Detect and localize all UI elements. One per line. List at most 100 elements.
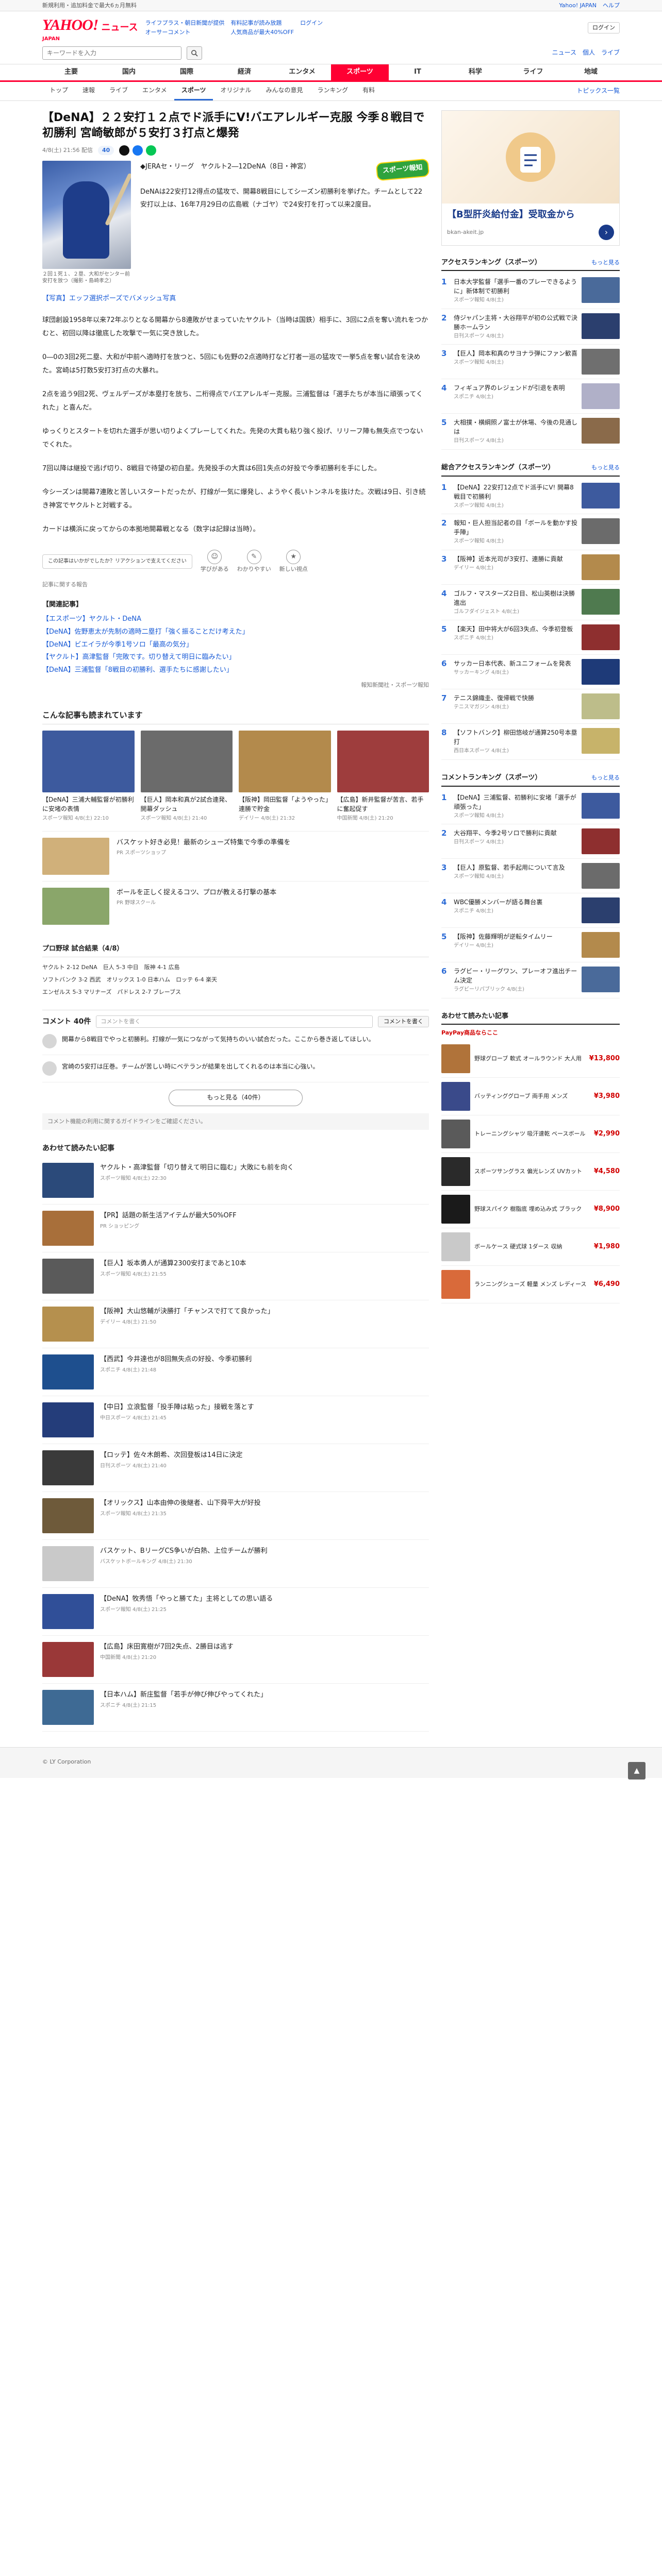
sub-tab[interactable]: 速報: [75, 82, 102, 100]
ranking-item[interactable]: 1 【DeNA】22安打12点でド派手にV! 開幕8戦目で初勝利 スポーツ報知 4/…: [441, 479, 620, 515]
ranking-item[interactable]: 6 ラグビー・リーグワン、プレーオフ進出チーム決定 ラグビーリパブリック 4/8(土…: [441, 962, 620, 998]
reaction-button[interactable]: ★ 新しい視点: [279, 550, 308, 573]
facebook-share-icon[interactable]: [133, 145, 143, 156]
feed-item[interactable]: 【阪神】大山悠輔が決勝打「チャンスで打てて良かった」 デイリー 4/8(土) 21…: [42, 1300, 429, 1348]
ranking-item[interactable]: 6 サッカー日本代表、新ユニフォームを発表 サッカーキング 4/8(土): [441, 655, 620, 690]
more-comments-button[interactable]: もっと見る（40件）: [169, 1090, 303, 1106]
ranking-item[interactable]: 2 大谷翔平、今季2号ソロで勝利に貢献 日刊スポーツ 4/8(土): [441, 824, 620, 859]
score-line[interactable]: ヤクルト 2-12 DeNA 巨人 5-3 中日 阪神 4-1 広島: [42, 961, 429, 974]
comment-post-button[interactable]: コメントを書く: [378, 1016, 429, 1028]
shopping-item[interactable]: ランニングシューズ 軽量 メンズ レディース ¥6,490: [441, 1266, 620, 1304]
feed-item[interactable]: 【PR】話題の新生活アイテムが最大50%OFF PR ショッピング: [42, 1205, 429, 1252]
feed-item[interactable]: 【広島】床田寛樹が7回2失点、2勝目は逃す 中国新聞 4/8(土) 21:20: [42, 1636, 429, 1684]
related-link[interactable]: 【ヤクルト】高津監督「完敗です。切り替えて明日に臨みたい」: [42, 651, 429, 664]
nav-tab[interactable]: IT: [389, 64, 446, 80]
feed-item[interactable]: 【ロッテ】佐々木朗希、次回登板は14日に決定 日刊スポーツ 4/8(土) 21:4…: [42, 1444, 429, 1492]
ranking-item[interactable]: 8 【ソフトバンク】柳田悠岐が通算250号本塁打 西日本スポーツ 4/8(土): [441, 724, 620, 760]
ranking-item[interactable]: 1 【DeNA】三浦監督、初勝利に安堵「選手が頑張った」 スポーツ報知 4/8(土): [441, 789, 620, 825]
report-link[interactable]: 記事に関する報告: [42, 581, 429, 589]
feed-item[interactable]: 【DeNA】牧秀悟「やっと勝てた」主将としての思い語る スポーツ報知 4/8(土)…: [42, 1588, 429, 1636]
ranking-item[interactable]: 3 【巨人】岡本和真のサヨナラ弾にファン歓喜 スポーツ報知 4/8(土): [441, 345, 620, 380]
sub-tab[interactable]: スポーツ: [174, 82, 213, 101]
ranking-item[interactable]: 4 フィギュア界のレジェンドが引退を表明 スポニチ 4/8(土): [441, 379, 620, 414]
related-link[interactable]: 【DeNA】佐野恵太が先制の適時二塁打「強く振ることだけ考えた」: [42, 626, 429, 639]
x-share-icon[interactable]: [119, 145, 130, 156]
masthead-link-4[interactable]: オーサーコメント: [145, 28, 225, 37]
shopping-item[interactable]: トレーニングシャツ 吸汗速乾 ベースボール ¥2,990: [441, 1115, 620, 1154]
ranking-item[interactable]: 5 大相撲・横綱照ノ富士が休場、今後の見通しは 日刊スポーツ 4/8(土): [441, 414, 620, 450]
total-ranking-more[interactable]: もっと見る: [591, 464, 620, 472]
sub-tab[interactable]: 有料: [355, 82, 382, 100]
recommend-row[interactable]: バスケット好き必見！最新のシューズ特集で今季の準備を PR スポーツショップ: [42, 831, 429, 881]
login-button[interactable]: ログイン: [588, 22, 620, 33]
recommend-card[interactable]: 【DeNA】三浦大輔監督が初勝利に安堵の表情 スポーツ報知 4/8(土) 22:1…: [42, 731, 135, 822]
nav-tab[interactable]: 地域: [562, 64, 620, 80]
nav-tab[interactable]: スポーツ: [331, 64, 389, 80]
shopping-item[interactable]: ボールケース 硬式球 1ダース 収納 ¥1,980: [441, 1228, 620, 1266]
sub-tab[interactable]: トップ: [42, 82, 75, 100]
feed-item[interactable]: 【西武】今井達也が8回無失点の好投、今季初勝利 スポニチ 4/8(土) 21:48: [42, 1348, 429, 1396]
reaction-button[interactable]: ☺ 学びがある: [201, 550, 229, 573]
comment-count-pill[interactable]: 40: [97, 145, 114, 155]
masthead-link-5[interactable]: 人気商品が最大40%OFF: [230, 28, 294, 37]
recommend-card[interactable]: 【広島】新井監督が苦言、若手に奮起促す 中国新聞 4/8(土) 21:20: [337, 731, 429, 822]
nav-tab[interactable]: 国際: [158, 64, 216, 80]
ranking-item[interactable]: 1 日本大学監督「選手一番のプレーできるように」新体制で初勝利 スポーツ報知 4/8…: [441, 273, 620, 309]
help-link[interactable]: ヘルプ: [603, 2, 620, 10]
shopping-item[interactable]: スポーツサングラス 偏光レンズ UVカット ¥4,580: [441, 1153, 620, 1191]
nav-tab[interactable]: 経済: [216, 64, 273, 80]
related-link[interactable]: 【DeNA】ビエイラが今季1号ソロ「最高の気分」: [42, 639, 429, 652]
nav-tab[interactable]: ライフ: [504, 64, 562, 80]
nav-tab[interactable]: 科学: [446, 64, 504, 80]
ranking-item[interactable]: 3 【阪神】近本光司が3安打、連勝に貢献 デイリー 4/8(土): [441, 550, 620, 585]
sidebar-ad[interactable]: 【B型肝炎給付金】受取金から bkan-akeit.jp ›: [441, 110, 620, 246]
chevron-right-icon[interactable]: ›: [599, 224, 614, 240]
nav-tab[interactable]: 主要: [42, 64, 100, 80]
ranking-item[interactable]: 2 侍ジャパン主将・大谷翔平が初の公式戦で決勝ホームラン 日刊スポーツ 4/8(土): [441, 309, 620, 345]
sub-tab[interactable]: ランキング: [310, 82, 355, 100]
feed-item[interactable]: ヤクルト・高津監督「切り替えて明日に臨む」大敗にも前を向く スポーツ報知 4/8(…: [42, 1157, 429, 1205]
source-name[interactable]: 報知新聞社: [361, 682, 389, 688]
nav-tab[interactable]: 国内: [100, 64, 158, 80]
masthead-link-2[interactable]: 有料記事が読み放題: [230, 19, 294, 27]
reaction-button[interactable]: ✎ わかりやすい: [237, 550, 271, 573]
lead-photo[interactable]: [42, 160, 131, 269]
shopping-item[interactable]: 野球スパイク 樹脂底 埋め込み式 ブラック ¥8,900: [441, 1191, 620, 1229]
recommend-card[interactable]: 【巨人】岡本和真が2試合連発、開幕ダッシュ スポーツ報知 4/8(土) 21:40: [140, 731, 233, 822]
feed-item[interactable]: 【巨人】坂本勇人が通算2300安打まであと10本 スポーツ報知 4/8(土) 21…: [42, 1252, 429, 1300]
search-tab-live[interactable]: ライブ: [601, 48, 620, 57]
score-line[interactable]: ソフトバンク 3-2 西武 オリックス 1-0 日本ハム ロッテ 6-4 楽天: [42, 974, 429, 986]
comment-ranking-more[interactable]: もっと見る: [591, 774, 620, 782]
nav-tab[interactable]: エンタメ: [273, 64, 331, 80]
recommend-row[interactable]: ボールを正しく捉えるコツ、プロが教える打撃の基本 PR 野球スクール: [42, 880, 429, 931]
feed-item[interactable]: 【日本ハム】新庄監督「若手が伸び伸びやってくれた」 スポニチ 4/8(土) 21:…: [42, 1684, 429, 1732]
page-top-button[interactable]: ▲: [628, 1762, 646, 1780]
access-ranking-more[interactable]: もっと見る: [591, 259, 620, 267]
yahoo-news-logo[interactable]: YAHOO! JAPAN ニュース: [42, 14, 138, 42]
comment-input[interactable]: コメントを書く: [96, 1015, 373, 1028]
photo-gallery-link[interactable]: 【写真】エッフ選択ポーズでバメッシュ写真: [42, 294, 429, 304]
sub-tab[interactable]: ライブ: [102, 82, 135, 100]
search-input[interactable]: [42, 46, 181, 60]
feed-item[interactable]: 【中日】立浪監督「投手陣は粘った」接戦を落とす 中日スポーツ 4/8(土) 21:…: [42, 1396, 429, 1444]
shopping-item[interactable]: 野球グローブ 軟式 オールラウンド 大人用 ¥13,800: [441, 1040, 620, 1078]
ranking-item[interactable]: 4 ゴルフ・マスターズ2日目、松山英樹は決勝進出 ゴルフダイジェスト 4/8(土): [441, 585, 620, 621]
sub-tab[interactable]: みんなの意見: [258, 82, 310, 100]
feed-item[interactable]: バスケット、BリーグCS争いが白熱、上位チームが勝利 バスケットボールキング 4/…: [42, 1540, 429, 1588]
score-line[interactable]: エンゼルス 5-3 マリナーズ パドレス 2-7 ブレーブス: [42, 986, 429, 998]
line-share-icon[interactable]: [146, 145, 157, 156]
feed-item[interactable]: 【オリックス】山本由伸の後継者、山下舜平大が好投 スポーツ報知 4/8(土) 21…: [42, 1492, 429, 1540]
search-tab-personal[interactable]: 個人: [583, 48, 595, 57]
ranking-item[interactable]: 5 【楽天】田中将大が6回3失点、今季初登板 スポニチ 4/8(土): [441, 620, 620, 655]
masthead-link-1[interactable]: ライフプラス・朝日新聞が提供: [145, 19, 225, 27]
sub-tab[interactable]: オリジナル: [213, 82, 258, 100]
ranking-item[interactable]: 5 【阪神】佐藤輝明が逆転タイムリー デイリー 4/8(土): [441, 928, 620, 963]
search-button[interactable]: [187, 46, 202, 60]
ranking-item[interactable]: 4 WBC優勝メンバーが語る舞台裏 スポニチ 4/8(土): [441, 893, 620, 928]
search-tab-news[interactable]: ニュース: [552, 48, 576, 57]
ranking-item[interactable]: 2 報知・巨人担当記者の目「ボールを動かす投手陣」 スポーツ報知 4/8(土): [441, 514, 620, 550]
sub-tab[interactable]: エンタメ: [135, 82, 174, 100]
ranking-item[interactable]: 3 【巨人】原監督、若手起用について言及 スポーツ報知 4/8(土): [441, 859, 620, 894]
related-link[interactable]: 【エスポーツ】ヤクルト・DeNA: [42, 613, 429, 626]
topics-list-link[interactable]: トピックス一覧: [576, 87, 620, 95]
